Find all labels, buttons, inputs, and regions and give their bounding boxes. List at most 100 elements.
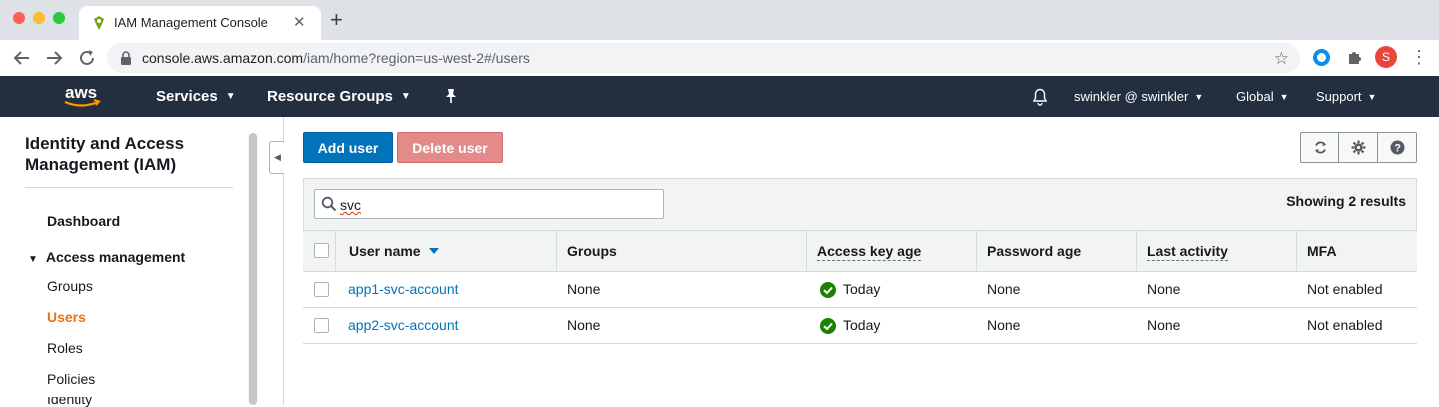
account-label: swinkler @ swinkler	[1074, 89, 1189, 104]
caret-down-icon: ▼	[28, 254, 38, 265]
sidebar-scrollbar-thumb[interactable]	[249, 133, 257, 405]
password-age-cell: None	[987, 281, 1021, 297]
chevron-down-icon: ▼	[400, 91, 411, 102]
access-key-age-cell: Today	[843, 317, 881, 333]
delete-user-button[interactable]: Delete user	[397, 132, 503, 163]
tab-title: IAM Management Console	[114, 15, 268, 30]
sidebar-item-dashboard[interactable]: Dashboard	[47, 213, 120, 229]
browser-toolbar: console.aws.amazon.com/iam/home?region=u…	[0, 40, 1439, 76]
extension-ring-icon[interactable]	[1313, 49, 1330, 66]
aws-logo[interactable]: aws	[60, 81, 104, 111]
user-name-link[interactable]: app1-svc-account	[348, 281, 459, 297]
sidebar-item-groups[interactable]: Groups	[47, 278, 93, 294]
svg-text:?: ?	[1394, 143, 1401, 155]
search-input-value: svc	[340, 197, 361, 213]
bookmark-star-icon[interactable]: ☆	[1274, 49, 1289, 69]
column-separator	[1136, 231, 1137, 271]
browser-tab-strip: IAM Management Console ✕ +	[0, 0, 1439, 40]
mfa-cell: Not enabled	[1307, 281, 1383, 297]
account-menu[interactable]: swinkler @ swinkler ▼	[1074, 89, 1203, 104]
support-label: Support	[1316, 89, 1362, 104]
iam-favicon-icon	[94, 16, 104, 30]
results-count: Showing 2 results	[1286, 193, 1406, 209]
table-row[interactable]: app1-svc-account None Today None None No…	[303, 272, 1417, 308]
maximize-window-button[interactable]	[53, 12, 65, 24]
column-separator	[976, 231, 977, 271]
mfa-cell: Not enabled	[1307, 317, 1383, 333]
column-separator	[806, 231, 807, 271]
column-header-mfa[interactable]: MFA	[1307, 243, 1337, 259]
check-circle-icon	[820, 282, 836, 298]
aws-logo-text: aws	[65, 83, 97, 102]
access-key-age-cell: Today	[843, 281, 881, 297]
groups-cell: None	[567, 317, 601, 333]
groups-cell: None	[567, 281, 601, 297]
sidebar-section-access-management[interactable]: ▼ Access management	[28, 249, 185, 265]
region-label: Global	[1236, 89, 1274, 104]
sidebar-item-roles[interactable]: Roles	[47, 340, 83, 356]
browser-tab[interactable]: IAM Management Console ✕	[79, 6, 321, 40]
profile-avatar[interactable]: S	[1375, 46, 1397, 68]
address-bar[interactable]: console.aws.amazon.com/iam/home?region=u…	[107, 43, 1300, 73]
user-name-link[interactable]: app2-svc-account	[348, 317, 459, 333]
check-circle-icon	[820, 318, 836, 334]
region-menu[interactable]: Global ▼	[1236, 89, 1289, 104]
chevron-down-icon: ▼	[1194, 92, 1204, 102]
column-header-access-key-age[interactable]: Access key age	[817, 243, 922, 261]
row-checkbox[interactable]	[314, 318, 329, 333]
pin-icon[interactable]	[443, 87, 459, 105]
column-header-last-activity[interactable]: Last activity	[1147, 243, 1228, 261]
sidebar-item-truncated-label: Identity providers	[47, 397, 93, 407]
settings-button[interactable]	[1339, 133, 1378, 162]
search-input[interactable]: svc	[314, 189, 664, 219]
last-activity-cell: None	[1147, 317, 1181, 333]
close-window-button[interactable]	[13, 12, 25, 24]
resource-groups-label: Resource Groups	[267, 88, 393, 105]
close-tab-icon[interactable]: ✕	[293, 13, 306, 31]
caret-left-icon: ◀	[274, 152, 281, 162]
notifications-bell-icon[interactable]	[1031, 86, 1049, 106]
column-header-password-age[interactable]: Password age	[987, 243, 1081, 259]
search-icon	[321, 196, 337, 212]
resource-groups-menu[interactable]: Resource Groups ▼	[267, 88, 411, 105]
select-all-checkbox[interactable]	[314, 243, 329, 258]
sidebar-title: Identity and Access Management (IAM)	[25, 134, 185, 174]
collapse-sidebar-button[interactable]: ◀	[269, 141, 284, 174]
back-arrow-icon[interactable]	[11, 47, 33, 69]
gear-icon	[1351, 140, 1366, 155]
minimize-window-button[interactable]	[33, 12, 45, 24]
chevron-down-icon: ▼	[1279, 92, 1289, 102]
sidebar-item-policies[interactable]: Policies	[47, 371, 95, 387]
table-row[interactable]: app2-svc-account None Today None None No…	[303, 308, 1417, 344]
column-separator	[335, 231, 336, 271]
aws-console-header: aws Services ▼ Resource Groups ▼ swinkler …	[0, 76, 1439, 117]
sidebar-divider	[25, 187, 233, 188]
extensions-puzzle-icon[interactable]	[1346, 48, 1364, 66]
iam-sidebar: Identity and Access Management (IAM) Das…	[0, 117, 248, 407]
chevron-down-icon: ▼	[225, 91, 236, 102]
sort-descending-icon	[428, 248, 439, 254]
last-activity-cell: None	[1147, 281, 1181, 297]
sidebar-section-label: Access management	[45, 249, 186, 265]
column-header-label: User name	[349, 243, 421, 259]
lock-icon	[121, 51, 131, 65]
add-user-button[interactable]: Add user	[303, 132, 393, 163]
sidebar-item-truncated[interactable]: Identity providers	[47, 397, 127, 407]
table-actions: ?	[1300, 132, 1417, 163]
row-checkbox[interactable]	[314, 282, 329, 297]
refresh-button[interactable]	[1301, 133, 1340, 162]
new-tab-button[interactable]: +	[330, 9, 343, 31]
services-menu[interactable]: Services ▼	[156, 88, 236, 105]
reload-icon[interactable]	[76, 47, 98, 69]
sidebar-item-users[interactable]: Users	[47, 309, 86, 325]
column-header-user-name[interactable]: User name	[349, 243, 439, 259]
support-menu[interactable]: Support ▼	[1316, 89, 1376, 104]
url-text: console.aws.amazon.com/iam/home?region=u…	[142, 50, 530, 66]
column-separator	[1296, 231, 1297, 271]
browser-menu-icon[interactable]: ⋮	[1410, 46, 1428, 68]
forward-arrow-icon[interactable]	[43, 47, 65, 69]
column-separator	[556, 231, 557, 271]
help-button[interactable]: ?	[1378, 133, 1416, 162]
url-path: /iam/home?region=us-west-2#/users	[303, 50, 530, 66]
column-header-groups[interactable]: Groups	[567, 243, 617, 259]
